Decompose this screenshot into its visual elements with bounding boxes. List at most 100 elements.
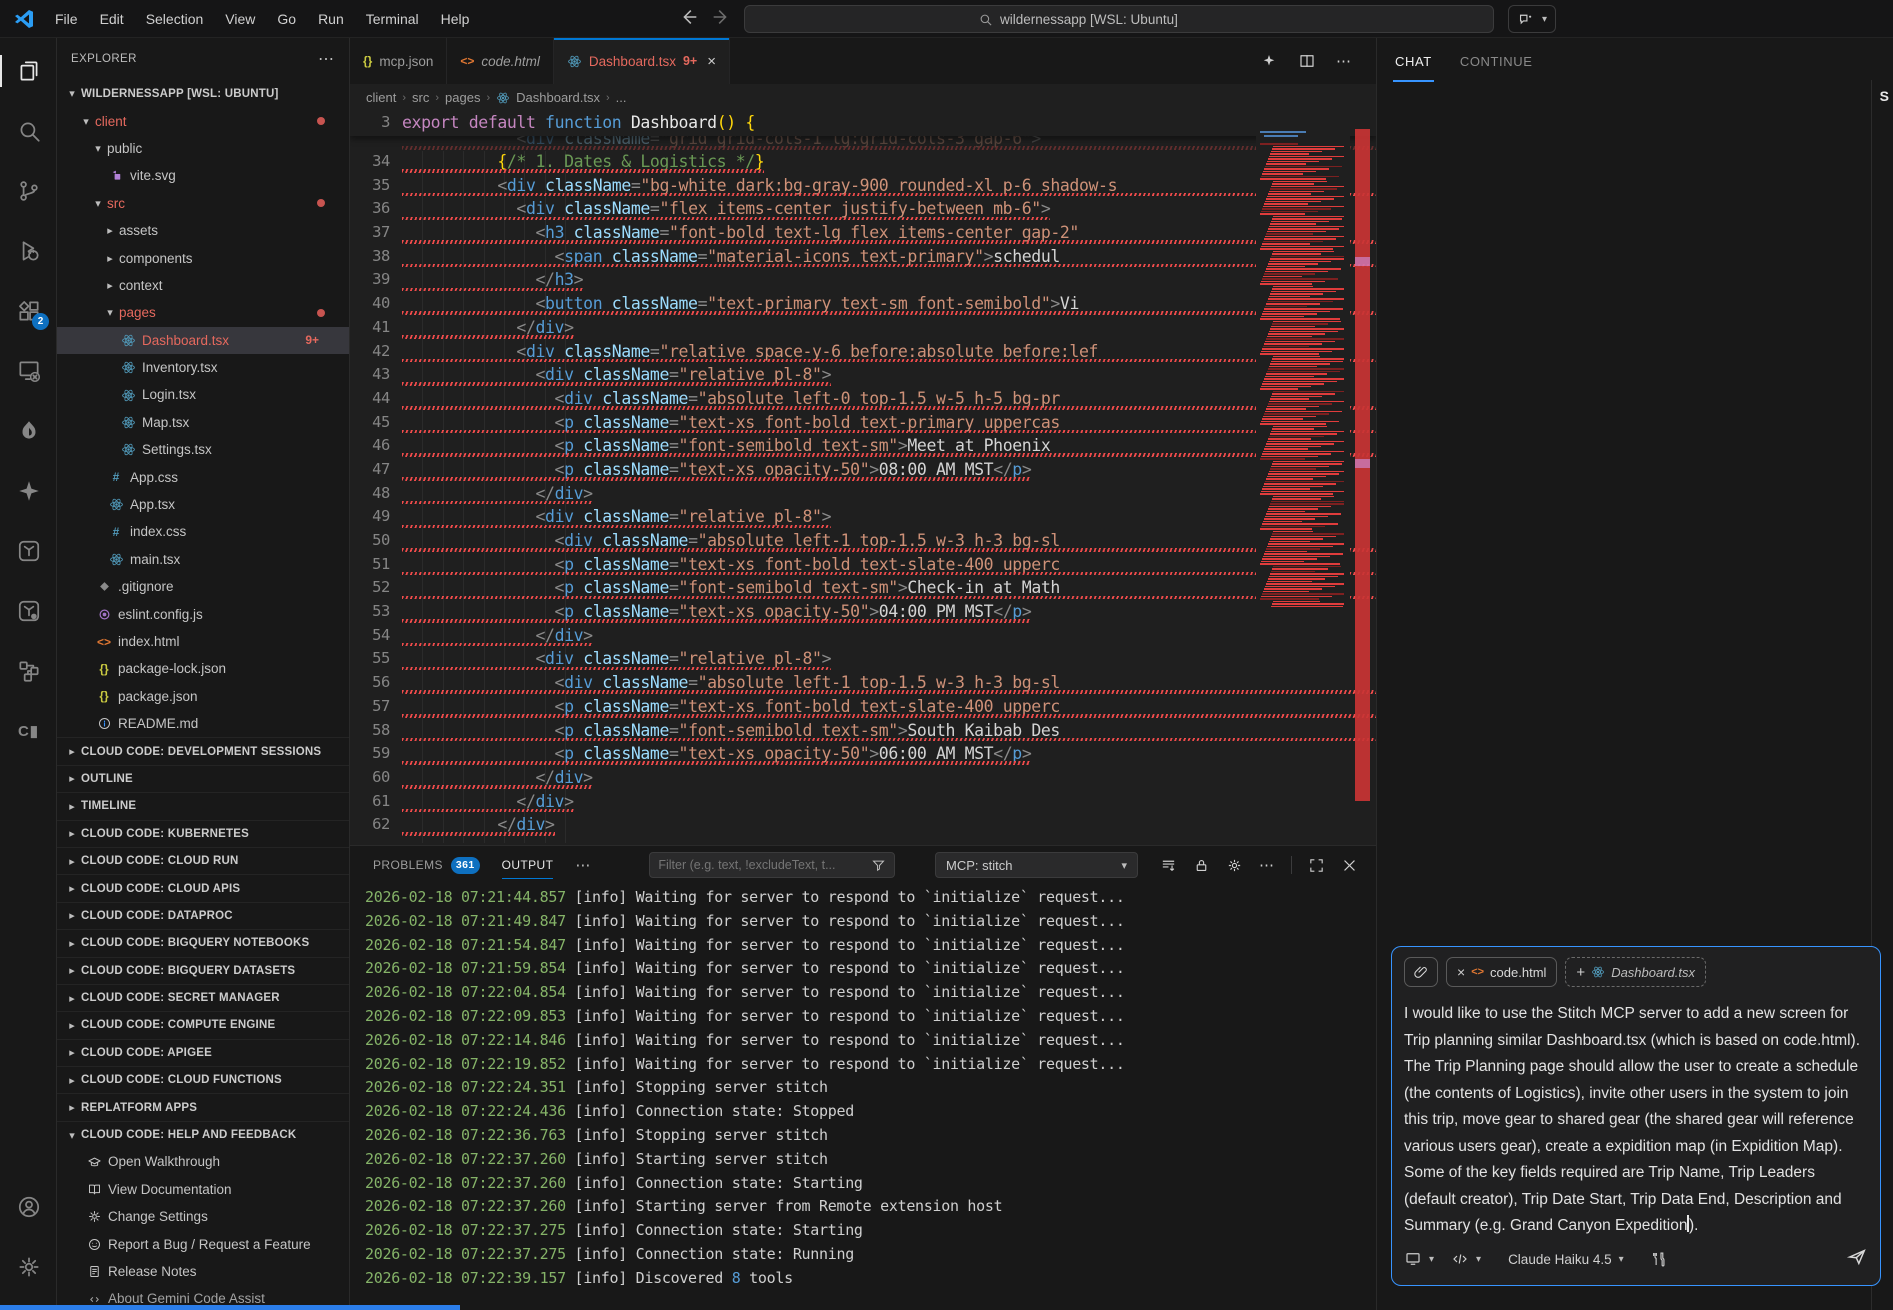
code-line-50[interactable]: 50 <div className="absolute left-1 top-1… [350,529,1376,553]
close-tab-icon[interactable]: × [707,53,716,70]
code-line-39[interactable]: 39 </h3> [350,268,1376,292]
back-arrow-icon[interactable] [678,6,700,28]
code-line-61[interactable]: 61 </div> [350,790,1376,814]
section-cloud-code-kubernetes[interactable]: ▸CLOUD CODE: KUBERNETES [57,820,349,847]
activity-sparkle[interactable] [0,466,57,516]
activity-terraform-alt[interactable] [0,586,57,636]
section-replatform-apps[interactable]: ▸REPLATFORM APPS [57,1093,349,1120]
panel-more-tabs-icon[interactable]: ⋯ [575,856,591,874]
file-main-tsx[interactable]: main.tsx [57,546,349,573]
section-cloud-code-apigee[interactable]: ▸CLOUD CODE: APIGEE [57,1039,349,1066]
overview-ruler[interactable] [1355,129,1370,801]
folder-client[interactable]: ▾client [57,107,349,134]
file-index-html[interactable]: <>index.html [57,628,349,655]
folder-context[interactable]: ▸context [57,272,349,299]
section-cloud-code-help-and-feedback[interactable]: ▾CLOUD CODE: HELP AND FEEDBACK [57,1121,349,1148]
activity-terraform[interactable] [0,526,57,576]
root-wildernessapp-wsl-ubuntu-[interactable]: ▾WILDERNESSAPP [WSL: UBUNTU] [57,80,349,107]
code-line-57[interactable]: 57 <p className="text-xs font-bold text-… [350,695,1376,719]
code-line-47[interactable]: 47 <p className="text-xs opacity-50">08:… [350,458,1376,482]
action-report-a-bug-request-a-feature[interactable]: Report a Bug / Request a Feature [57,1230,349,1257]
menu-file[interactable]: File [44,5,89,33]
file-login-tsx[interactable]: Login.tsx [57,381,349,408]
code-line-46[interactable]: 46 <p className="font-semibold text-sm">… [350,434,1376,458]
send-button[interactable] [1846,1246,1868,1273]
remove-chip-icon[interactable]: × [1457,964,1465,980]
explorer-more-actions-icon[interactable]: ⋯ [318,49,335,69]
menu-view[interactable]: View [214,5,266,33]
file-package-lock-json[interactable]: {}package-lock.json [57,655,349,682]
forward-arrow-icon[interactable] [710,6,732,28]
panel-tab-problems[interactable]: PROBLEMS361 [373,846,480,884]
folder-pages[interactable]: ▾pages [57,299,349,326]
close-panel-icon[interactable] [1341,857,1358,874]
code-line-53[interactable]: 53 <p className="text-xs opacity-50">04:… [350,600,1376,624]
code-line-60[interactable]: 60 </div> [350,766,1376,790]
gear-icon[interactable] [1226,857,1243,874]
output-log[interactable]: 2026-02-18 07:21:44.857 [info] Waiting f… [350,886,1376,1310]
code-line-52[interactable]: 52 <p className="font-semibold text-sm">… [350,576,1376,600]
menu-selection[interactable]: Selection [135,5,215,33]
chat-tab-continue[interactable]: CONTINUE [1460,54,1533,82]
context-chip-code-html[interactable]: ×<>code.html [1446,957,1557,987]
model-selector[interactable]: Claude Haiku 4.5 [1508,1252,1612,1267]
breadcrumb-item[interactable]: client [366,90,396,105]
code-line-34[interactable]: 34 {/* 1. Dates & Logistics */} [350,150,1376,174]
activity-run-debug[interactable] [0,226,57,276]
code-line-48[interactable]: 48 </div> [350,482,1376,506]
tab-dashboard-tsx[interactable]: Dashboard.tsx9+× [554,38,730,84]
activity-source-control[interactable] [0,166,57,216]
menu-terminal[interactable]: Terminal [355,5,430,33]
action-release-notes[interactable]: Release Notes [57,1258,349,1285]
minimap[interactable] [1256,129,1350,611]
context-chip-dashboard-tsx[interactable]: +Dashboard.tsx [1565,957,1706,987]
chat-tab-chat[interactable]: CHAT [1395,54,1432,82]
sparkle-icon[interactable] [1260,52,1278,70]
copilot-menu[interactable]: ▾ [1508,5,1556,33]
code-line-35[interactable]: 35 <div className="bg-white dark:bg-gray… [350,174,1376,198]
code-line-41[interactable]: 41 </div> [350,316,1376,340]
lock-icon[interactable] [1193,857,1210,874]
code-line-55[interactable]: 55 <div className="relative pl-8"> [350,647,1376,671]
file-inventory-tsx[interactable]: Inventory.tsx [57,354,349,381]
file-readme-md[interactable]: README.md [57,710,349,737]
section-cloud-code-dataproc[interactable]: ▸CLOUD CODE: DATAPROC [57,902,349,929]
activity-account[interactable] [0,1182,57,1232]
code-line-56[interactable]: 56 <div className="absolute left-1 top-1… [350,671,1376,695]
activity-explorer[interactable] [0,46,57,96]
action-view-documentation[interactable]: View Documentation [57,1176,349,1203]
activity-settings-gear[interactable] [0,1242,57,1292]
folder-src[interactable]: ▾src [57,190,349,217]
code-line-58[interactable]: 58 <p className="font-semibold text-sm">… [350,719,1376,743]
activity-infra-manager[interactable] [0,646,57,696]
auto-scroll-icon[interactable] [1160,857,1177,874]
menu-edit[interactable]: Edit [89,5,135,33]
breadcrumb[interactable]: client›src›pages›Dashboard.tsx›... [350,84,1376,111]
menu-help[interactable]: Help [430,5,481,33]
output-filter[interactable] [649,852,895,878]
maximize-panel-icon[interactable] [1308,857,1325,874]
breadcrumb-item[interactable]: ... [616,90,627,105]
more-actions-icon[interactable]: ⋯ [1336,52,1352,70]
action-change-settings[interactable]: Change Settings [57,1203,349,1230]
menu-go[interactable]: Go [266,5,307,33]
section-cloud-code-bigquery-datasets[interactable]: ▸CLOUD CODE: BIGQUERY DATASETS [57,957,349,984]
activity-gemini-flame[interactable] [0,406,57,456]
section-cloud-code-bigquery-notebooks[interactable]: ▸CLOUD CODE: BIGQUERY NOTEBOOKS [57,929,349,956]
split-editor-icon[interactable] [1298,52,1316,70]
code-line-51[interactable]: 51 <p className="text-xs font-bold text-… [350,553,1376,577]
code-line-59[interactable]: 59 <p className="text-xs opacity-50">06:… [350,742,1376,766]
file-package-json[interactable]: {}package.json [57,683,349,710]
file-map-tsx[interactable]: Map.tsx [57,409,349,436]
command-center-search[interactable] [744,5,1494,33]
file-dashboard-tsx[interactable]: Dashboard.tsx9+ [57,327,349,354]
output-channel-select[interactable]: MCP: stitch ▾ [935,852,1138,878]
file-app-tsx[interactable]: App.tsx [57,491,349,518]
output-filter-input[interactable] [658,858,871,872]
section-cloud-code-cloud-run[interactable]: ▸CLOUD CODE: CLOUD RUN [57,847,349,874]
code-line-37[interactable]: 37 <h3 className="font-bold text-lg flex… [350,221,1376,245]
tools-icon[interactable] [1649,1250,1667,1268]
section-outline[interactable]: ▸OUTLINE [57,765,349,792]
chat-input-box[interactable]: ×<>code.html+Dashboard.tsx I would like … [1391,946,1881,1286]
activity-search[interactable] [0,106,57,156]
